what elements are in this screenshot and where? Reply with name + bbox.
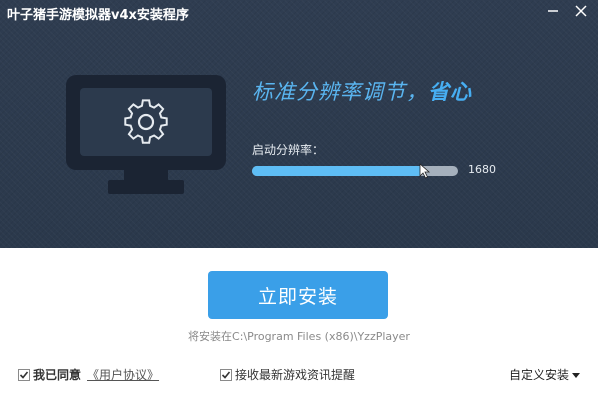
resolution-slider-fill <box>252 166 423 176</box>
agree-row: 我已同意 《用户协议》 <box>18 366 159 383</box>
header-panel: 叶子猪手游模拟器v4x安装程序 标准分辨率调节，省心 启动分辨率： 1680 <box>0 0 598 248</box>
headline: 标准分辨率调节，省心 <box>252 76 472 106</box>
cursor-arrow-icon <box>419 163 431 179</box>
news-checkbox[interactable] <box>220 368 232 381</box>
minimize-icon <box>548 10 558 12</box>
window-title: 叶子猪手游模拟器v4x安装程序 <box>7 8 189 23</box>
caret-down-icon <box>572 372 581 378</box>
resolution-slider[interactable] <box>252 163 458 179</box>
user-agreement-link[interactable]: 《用户协议》 <box>87 366 159 383</box>
monitor-gear-icon <box>66 75 226 200</box>
install-button[interactable]: 立即安装 <box>208 271 388 319</box>
agree-label: 我已同意 <box>33 368 82 382</box>
custom-install-button[interactable]: 自定义安装 <box>509 366 581 383</box>
headline-emphasis: 省心 <box>428 80 472 104</box>
news-label: 接收最新游戏资讯提醒 <box>235 368 356 382</box>
resolution-label: 启动分辨率： <box>252 143 325 157</box>
checkmark-icon <box>19 370 29 379</box>
resolution-slider-thumb[interactable] <box>417 163 433 179</box>
news-row: 接收最新游戏资讯提醒 <box>220 366 355 383</box>
install-path: 将安装在C:\Program Files (x86)\YzzPlayer <box>188 330 410 343</box>
close-icon <box>575 5 587 17</box>
agree-checkbox[interactable] <box>18 368 30 381</box>
custom-install-label: 自定义安装 <box>509 368 570 382</box>
headline-main: 标准分辨率调节， <box>252 80 428 104</box>
close-button[interactable] <box>568 0 594 22</box>
resolution-value: 1680 <box>468 163 496 176</box>
minimize-button[interactable] <box>540 0 566 22</box>
checkmark-icon <box>221 370 231 379</box>
